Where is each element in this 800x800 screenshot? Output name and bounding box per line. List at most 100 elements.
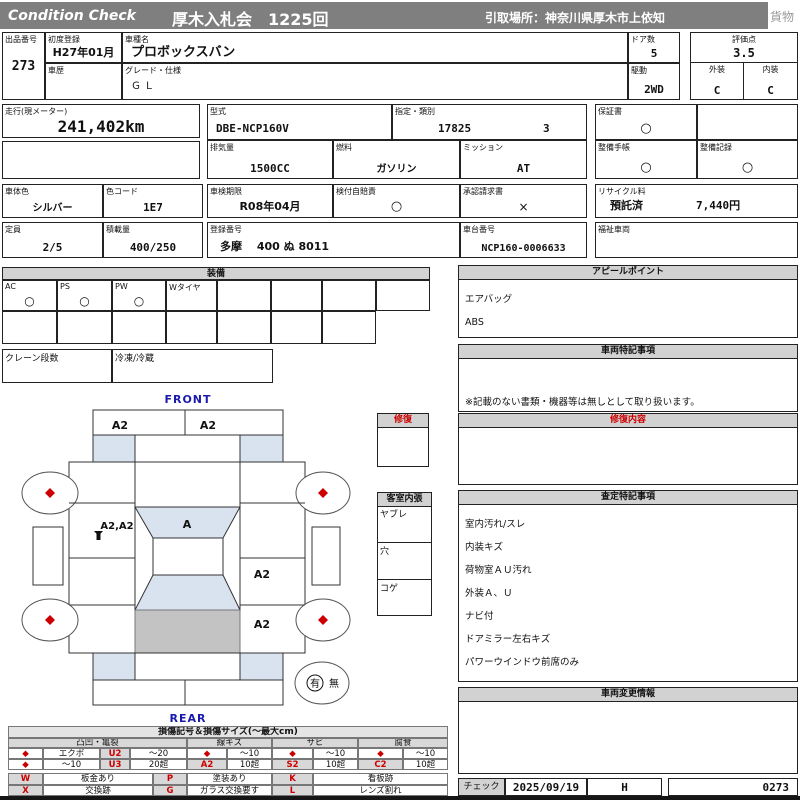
model-code-value: DBE-NCP160V xyxy=(216,122,289,135)
repair-mini-box: 修復 xyxy=(377,413,429,467)
equipment-cell-empty xyxy=(271,311,322,344)
assessment-item: 荷物室ＡＵ汚れ xyxy=(465,564,532,576)
class-cell: 指定・類別 17825 3 xyxy=(392,104,587,140)
roof-panel xyxy=(152,537,224,576)
inspection-label: 車検期限 xyxy=(210,187,242,196)
odometer-extra-cell xyxy=(2,141,200,179)
rear-label: REAR xyxy=(170,712,207,725)
grade-value: Ｇ Ｌ xyxy=(131,81,155,92)
load-cell: 積載量 400/250 xyxy=(103,222,203,258)
header-bar: Condition Check 厚木入札会 1225回 引取場所：神奈川県厚木市… xyxy=(0,2,768,29)
mark-hood: A xyxy=(183,518,192,531)
legend-cell: ガラス交換要す xyxy=(187,785,272,796)
warranty-cell: 保証書 ○ xyxy=(595,104,697,140)
class-no1-value: 17825 xyxy=(438,122,472,135)
interior-grade-cell: 内装 C xyxy=(744,63,797,99)
model-code-label: 型式 xyxy=(210,107,226,116)
maintenance-record-label: 整備記録 xyxy=(700,143,732,152)
crane-label: クレーン段数 xyxy=(5,354,59,364)
spare-no-label: 無 xyxy=(329,677,339,690)
left-side-step xyxy=(32,526,64,586)
legend-cell: 板金あり xyxy=(43,773,153,785)
interior-value: C xyxy=(767,84,774,97)
lot-number-value: 273 xyxy=(11,59,36,74)
inspection-value: R08年04月 xyxy=(239,200,301,213)
check-number-cell: 0273 xyxy=(668,778,798,796)
damage-diamond-icon: ◆ xyxy=(272,748,313,759)
lot-number-cell: 出品番号 273 xyxy=(2,32,45,100)
history-label: 車歴 xyxy=(48,66,64,75)
odometer-value: 241,402km xyxy=(57,117,145,136)
mark-right-rear-door: A2 xyxy=(254,568,270,581)
check-label-cell: チェック xyxy=(458,778,505,796)
fuel-value: ガソリン xyxy=(376,164,417,175)
equipment-pw-label: PW xyxy=(115,282,128,291)
score-label: 評価点 xyxy=(732,35,756,44)
legend-code-x: X xyxy=(8,785,43,796)
mark-front-bumper-right: A2 xyxy=(200,419,216,432)
legend-code-s2: S2 xyxy=(272,759,313,770)
exterior-value: C xyxy=(713,84,721,97)
fuel-cell: 燃料 ガソリン xyxy=(333,140,460,179)
approval-label: 承認請求書 xyxy=(463,187,503,196)
equipment-cell-ac: AC ○ xyxy=(2,280,57,311)
equipment-cell-empty xyxy=(112,311,166,344)
cabin-row-hole: 穴 xyxy=(378,543,431,580)
luggage-area xyxy=(134,609,241,654)
equipment-cell-empty xyxy=(166,311,217,344)
legend-group-corrosion: 腐食 xyxy=(358,738,448,748)
capacity-cell: 定員 2/5 xyxy=(2,222,103,258)
check-inspector-cell: H xyxy=(587,778,662,796)
maintenance-book-label: 整備手帳 xyxy=(598,143,630,152)
equipment-cell-pw: PW ○ xyxy=(112,280,166,311)
welfare-cell: 福祉車両 xyxy=(595,222,798,258)
equipment-cell-wtire: Wタイヤ xyxy=(166,280,217,311)
equipment-cell-empty xyxy=(57,311,112,344)
insurance-cell: 検付自賠責 ○ xyxy=(333,184,460,218)
welfare-label: 福祉車両 xyxy=(598,225,630,234)
appeal-points-title: アピールポイント xyxy=(459,266,797,280)
chassis-number-cell: 車台番号 NCP160-0006633 xyxy=(460,222,587,258)
legend-cell: 看板跡 xyxy=(313,773,448,785)
warranty-label: 保証書 xyxy=(598,107,622,116)
legend-cell: ～10 xyxy=(43,759,100,770)
car-damage-diagram: FRONT REAR A2 A2 A2,A2 A A2 A2 有 無 xyxy=(21,393,351,725)
equipment-ac-mark: ○ xyxy=(24,294,35,308)
assessment-item: 室内汚れ/スレ xyxy=(465,518,526,530)
lot-number-label: 出品番号 xyxy=(5,35,37,44)
legend-cell: 10超 xyxy=(313,759,358,770)
displacement-cell: 排気量 1500CC xyxy=(207,140,333,179)
legend-code-w: W xyxy=(8,773,43,785)
color-code-label: 色コード xyxy=(106,187,138,196)
recycle-cell: リサイクル料 預託済 7,440円 xyxy=(595,184,798,218)
assessment-item: ナビ付 xyxy=(465,610,494,622)
vehicle-notes-panel: 車両特記事項 ※記載のない書類・機器等は無しとして取り扱います。 xyxy=(458,344,798,412)
body-color-label: 車体色 xyxy=(5,187,29,196)
cabin-row-hole-label: 穴 xyxy=(380,547,390,557)
mission-label: ミッション xyxy=(463,143,503,152)
repair-detail-title: 修復内容 xyxy=(459,414,797,428)
equipment-wtire-label: Wタイヤ xyxy=(169,283,201,292)
grade-label: グレード・仕様 xyxy=(125,66,181,75)
capacity-value: 2/5 xyxy=(42,241,63,254)
damage-diamond-icon: ◆ xyxy=(358,748,403,759)
legend-title: 損傷記号＆損傷サイズ(～最大cm) xyxy=(8,726,448,738)
legend-cell: ～10 xyxy=(313,748,358,759)
equipment-cell-empty xyxy=(217,280,271,311)
interior-label: 内装 xyxy=(762,65,779,74)
pickup-place: 引取場所：神奈川県厚木市上依知 xyxy=(485,11,666,25)
legend-cell: 20超 xyxy=(130,759,187,770)
drive-value: 2WD xyxy=(644,83,664,96)
mission-value: AT xyxy=(516,162,531,175)
first-registration-cell: 初度登録 H27年01月 xyxy=(45,32,122,63)
exterior-label: 外装 xyxy=(709,65,725,74)
warranty-mark: ○ xyxy=(640,121,652,136)
score-cell: 評価点 3.5 外装 C 内装 C xyxy=(690,32,798,100)
doors-label: ドア数 xyxy=(631,35,655,44)
auction-title: 厚木入札会 1225回 xyxy=(172,10,329,29)
assessment-notes-panel: 査定特記事項 室内汚れ/スレ 内装キズ 荷物室ＡＵ汚れ 外装Ａ、Ｕ ナビ付 ドア… xyxy=(458,490,798,682)
appeal-points-panel: アピールポイント エアバッグ ABS ETC バックカメラ付き xyxy=(458,265,798,338)
registration-number-label: 登録番号 xyxy=(210,225,242,234)
body-color-cell: 車体色 シルバー xyxy=(2,184,103,218)
legend-cell: ～20 xyxy=(130,748,187,759)
